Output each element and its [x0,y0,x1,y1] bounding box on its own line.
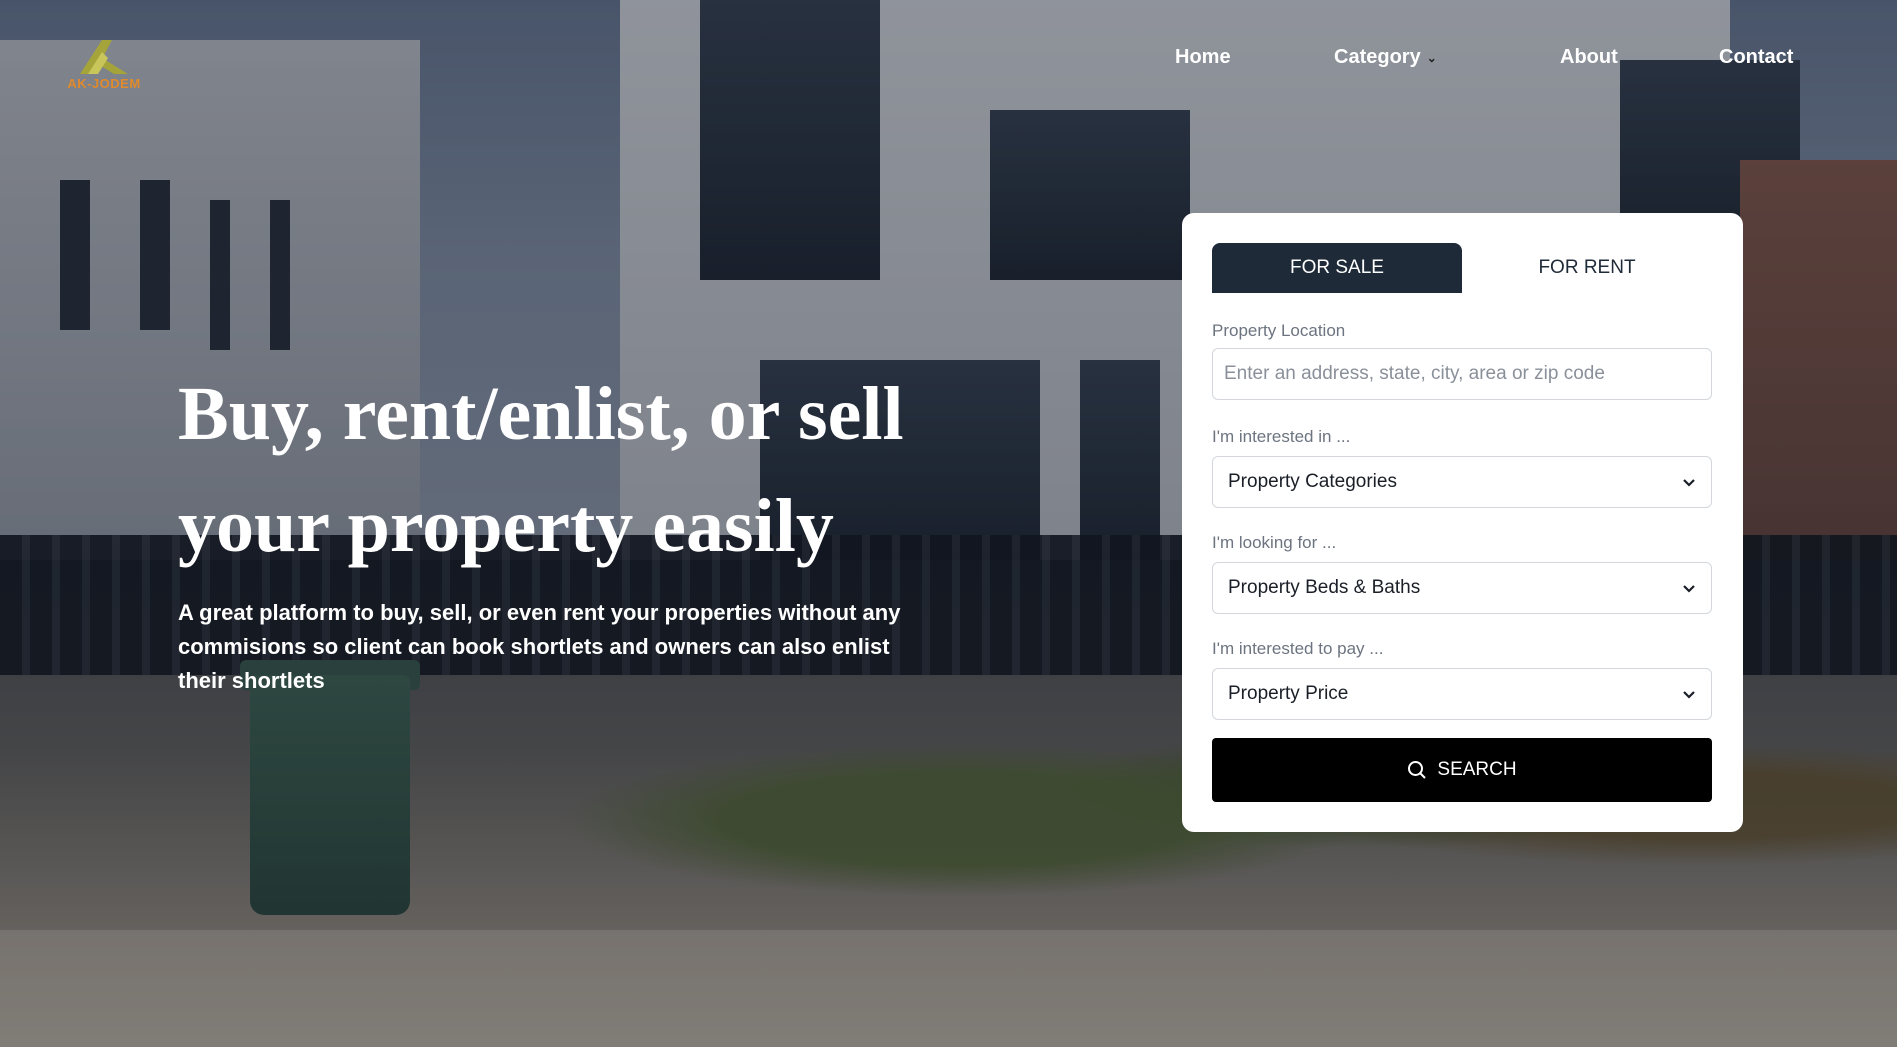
search-button-label: SEARCH [1437,759,1517,780]
hero-headline: Buy, rent/enlist, or sell your property … [178,358,958,582]
hero-headline-line-1: Buy, rent/enlist, or sell [178,372,904,456]
nav-about[interactable]: About [1560,46,1618,69]
nav-home[interactable]: Home [1175,46,1231,69]
price-select[interactable]: Property Price [1212,668,1712,720]
category-select-value: Property Categories [1228,471,1397,492]
category-select[interactable]: Property Categories [1212,456,1712,508]
chevron-down-icon: ⌄ [1426,50,1437,65]
nav-contact-label: Contact [1719,46,1794,68]
hero-subtext: A great platform to buy, sell, or even r… [178,600,901,693]
tab-for-rent[interactable]: FOR RENT [1462,243,1712,293]
nav-category[interactable]: Category ⌄ [1334,46,1437,69]
category-label: I'm interested in ... [1212,427,1351,446]
search-card: FOR SALE FOR RENT Property Location I'm … [1182,213,1743,832]
logo-text: AK-JODEM [67,76,141,91]
location-label: Property Location [1212,321,1346,340]
location-input[interactable] [1212,348,1712,400]
listing-type-tabs: FOR SALE FOR RENT [1212,243,1712,293]
search-icon [1408,761,1427,779]
nav-contact[interactable]: Contact [1719,46,1793,69]
search-button[interactable]: SEARCH [1212,738,1712,802]
chevron-down-icon [1683,691,1695,699]
chevron-down-icon [1683,585,1695,593]
price-select-value: Property Price [1228,683,1349,704]
beds-baths-select-value: Property Beds & Baths [1228,577,1421,598]
hero-headline-line-2: your property easily [178,484,834,568]
beds-baths-select[interactable]: Property Beds & Baths [1212,562,1712,614]
tab-for-sale[interactable]: FOR SALE [1212,243,1462,293]
chevron-down-icon [1683,479,1695,487]
nav-home-label: Home [1175,46,1231,68]
nav-category-label: Category [1334,46,1421,68]
price-label: I'm interested to pay ... [1212,639,1384,658]
beds-baths-label: I'm looking for ... [1212,533,1337,552]
nav-about-label: About [1560,46,1618,68]
